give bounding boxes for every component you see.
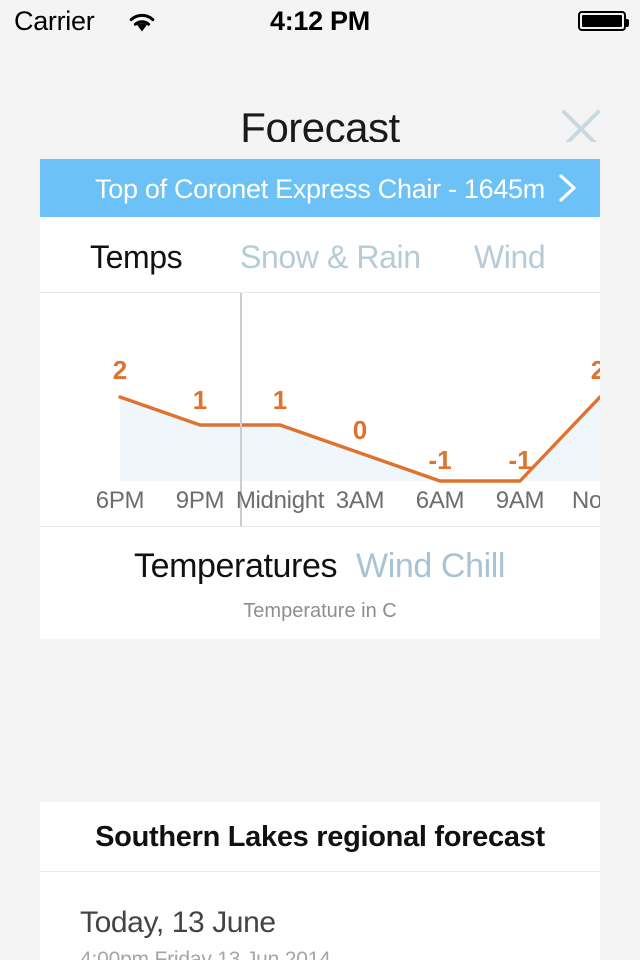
chart-x-label: 9AM (495, 487, 545, 514)
nav-bar: Forecast (0, 42, 640, 151)
subtab-wind-chill[interactable]: Wind Chill (356, 547, 505, 586)
chart-point-label: 2 (591, 355, 600, 386)
chart-x-label: Noon (571, 487, 600, 514)
chart-x-label: 9PM (175, 487, 225, 514)
tab-temps[interactable]: Temps (90, 239, 183, 276)
temperature-chart[interactable]: 2 1 1 0 -1 -1 2 6PM 9PM Midnight 3AM 6AM… (40, 293, 600, 527)
chart-subtab-row: Temperatures Wind Chill Temperature in C (40, 527, 600, 637)
unit-note: Temperature in C (243, 600, 397, 622)
forecast-body: Today, 13 June 4:00pm Friday 13 Jun 2014… (40, 872, 600, 960)
chevron-right-icon (558, 173, 578, 203)
scroll-content[interactable]: Top of Coronet Express Chair - 1645m Tem… (0, 142, 640, 960)
chart-point-label: 0 (352, 415, 368, 445)
forecast-timestamp: 4:00pm Friday 13 Jun 2014 (80, 948, 331, 960)
tab-wind[interactable]: Wind (474, 239, 546, 276)
chart-point-label: 1 (272, 385, 288, 415)
subtab-temperatures[interactable]: Temperatures (134, 547, 337, 586)
chart-x-label: Midnight (235, 487, 325, 514)
forecast-day: Today, 13 June (80, 906, 276, 939)
chart-point-label: 1 (192, 385, 208, 415)
status-time: 4:12 PM (270, 6, 370, 36)
chart-x-label: 3AM (335, 487, 385, 514)
location-bar[interactable]: Top of Coronet Express Chair - 1645m (40, 159, 600, 217)
chart-point-label: -1 (508, 445, 532, 475)
status-bar: Carrier 4:12 PM (0, 0, 640, 42)
chart-point-label: -1 (428, 445, 452, 475)
tab-snow-and-rain[interactable]: Snow & Rain (240, 239, 421, 276)
chart-card: Top of Coronet Express Chair - 1645m Tem… (40, 159, 600, 639)
chart-x-label: 6AM (415, 487, 465, 514)
chart-x-label: 6PM (95, 487, 145, 514)
chart-point-label: 2 (112, 355, 128, 385)
location-label: Top of Coronet Express Chair - 1645m (95, 174, 545, 204)
regional-forecast-card: Southern Lakes regional forecast Today, … (40, 802, 600, 960)
battery-full-icon (578, 11, 629, 31)
forecast-heading: Southern Lakes regional forecast (40, 802, 600, 872)
chart-tab-row: Temps Snow & Rain Wind (40, 217, 600, 293)
